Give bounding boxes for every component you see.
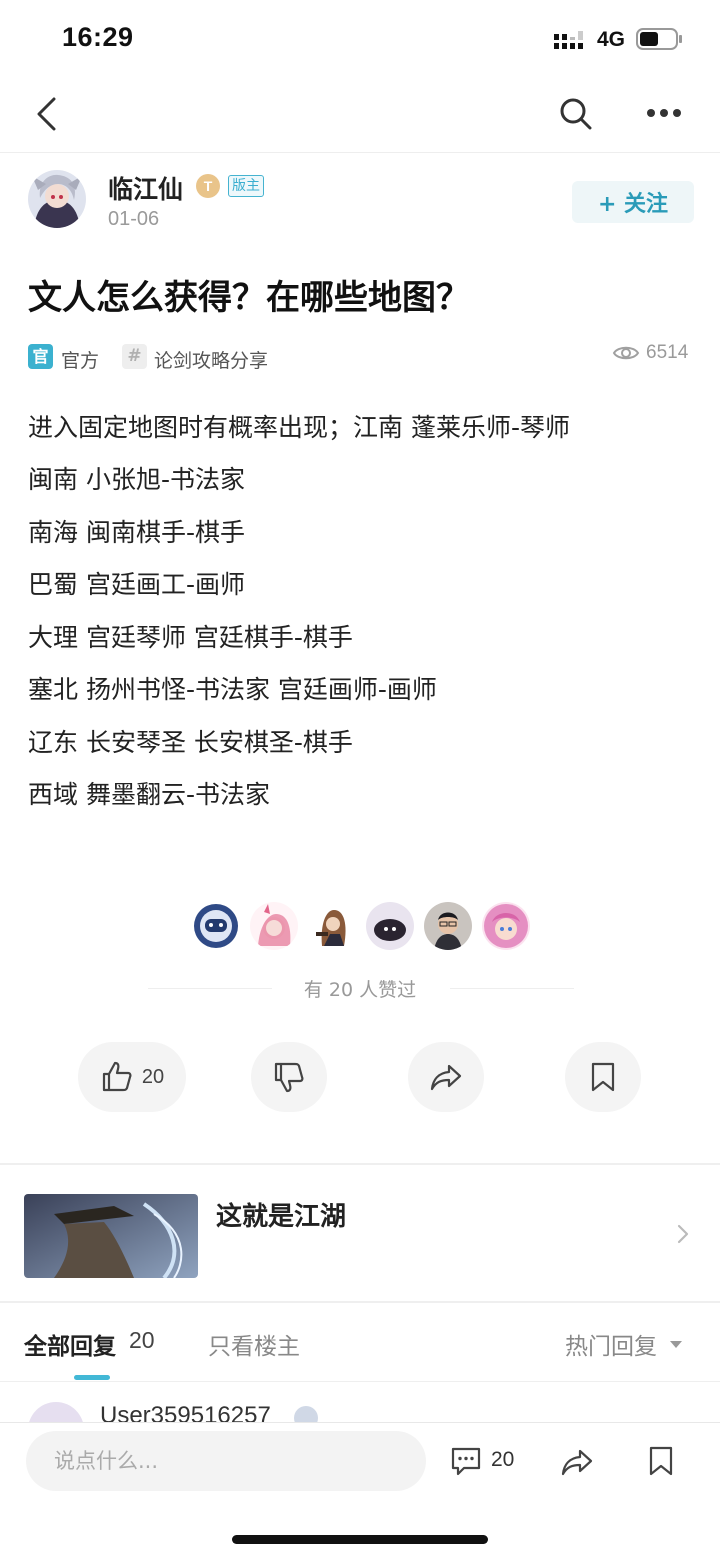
liker-avatar[interactable]	[250, 902, 298, 950]
post-body-line: 南海 闽南棋手-棋手	[28, 518, 245, 547]
tab-all-replies[interactable]: 全部回复	[24, 1327, 116, 1361]
moderator-badge: 版主	[228, 175, 264, 197]
comment-icon[interactable]	[450, 1446, 482, 1476]
post-body-line: 巴蜀 宫廷画工-画师	[28, 570, 245, 599]
sort-dropdown[interactable]: 热门回复	[565, 1327, 683, 1361]
thumbs-down-icon	[274, 1062, 304, 1093]
follow-button[interactable]: + 关注	[572, 181, 694, 223]
bookmark-button[interactable]	[565, 1042, 641, 1112]
section-divider	[0, 1381, 720, 1382]
home-indicator	[232, 1535, 488, 1544]
chevron-right-icon[interactable]	[676, 1223, 690, 1245]
liker-avatars[interactable]	[192, 902, 530, 950]
post-body-line: 塞北 扬州书怪-书法家 宫廷画师-画师	[28, 675, 437, 704]
liker-avatar[interactable]	[424, 902, 472, 950]
bookmark-icon	[591, 1062, 615, 1092]
likes-summary[interactable]: 有 20 人赞过	[0, 975, 720, 1002]
hash-icon: #	[122, 344, 147, 369]
top-nav-bar	[0, 78, 720, 153]
share-icon[interactable]	[560, 1447, 594, 1477]
divider-line	[450, 988, 574, 989]
section-divider	[0, 1301, 720, 1303]
view-count-value: 6514	[646, 342, 689, 363]
view-count: 6514	[612, 342, 688, 364]
section-divider	[0, 1163, 720, 1165]
like-button[interactable]: 20	[78, 1042, 186, 1112]
post-body-line: 进入固定地图时有概率出现；江南 蓬莱乐师-琴师	[28, 413, 570, 442]
author-avatar[interactable]	[28, 170, 86, 228]
dislike-button[interactable]	[251, 1042, 327, 1112]
level-badge: T	[196, 174, 220, 198]
post-title: 文人怎么获得？在哪些地图？	[28, 278, 470, 318]
bookmark-icon[interactable]	[648, 1445, 674, 1477]
post-body-line: 闽南 小张旭-书法家	[28, 465, 245, 494]
liker-avatar[interactable]	[192, 902, 240, 950]
more-icon[interactable]	[646, 108, 682, 118]
post-body-line: 辽东 长安琴圣 长安棋圣-棋手	[28, 728, 353, 757]
official-tag-icon: 官	[28, 344, 53, 369]
comment-count: 20	[491, 1448, 515, 1471]
liker-avatar[interactable]	[482, 902, 530, 950]
battery-icon	[636, 28, 682, 50]
tab-all-replies-count: 20	[129, 1327, 155, 1353]
share-button[interactable]	[408, 1042, 484, 1112]
thumbs-up-icon	[102, 1061, 132, 1092]
author-name[interactable]: 临江仙	[108, 170, 183, 206]
sort-label: 热门回复	[565, 1334, 657, 1360]
like-count: 20	[141, 1065, 165, 1088]
post-date: 01-06	[108, 208, 160, 230]
topic-tag-label[interactable]: 论剑攻略分享	[154, 346, 268, 373]
circle-name[interactable]: 这就是江湖	[216, 1196, 346, 1233]
search-icon[interactable]	[558, 96, 594, 132]
post-body-line: 大理 宫廷琴师 宫廷棋手-棋手	[28, 623, 353, 652]
liker-avatar[interactable]	[308, 902, 356, 950]
tab-op-only[interactable]: 只看楼主	[208, 1327, 300, 1361]
comment-input[interactable]: 说点什么...	[26, 1431, 426, 1491]
active-tab-indicator	[74, 1375, 110, 1380]
share-icon	[430, 1064, 462, 1091]
status-time: 16:29	[62, 22, 134, 52]
caret-down-icon	[670, 1341, 682, 1348]
post-body-line: 西域 舞墨翻云-书法家	[28, 780, 270, 809]
network-type: 4G	[597, 28, 626, 51]
eye-icon	[612, 346, 640, 360]
signal-icon	[554, 31, 583, 49]
back-icon[interactable]	[34, 96, 58, 132]
liker-avatar[interactable]	[366, 902, 414, 950]
official-tag-label[interactable]: 官方	[61, 346, 99, 373]
circle-thumbnail[interactable]	[24, 1194, 198, 1278]
